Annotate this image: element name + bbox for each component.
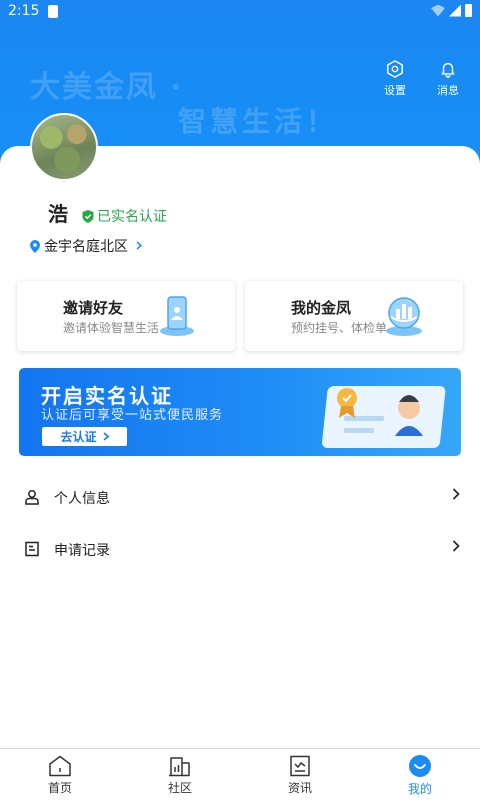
home-icon xyxy=(49,755,71,777)
signal-icon xyxy=(449,4,461,17)
location-label: 金宇名庭北区 xyxy=(44,239,128,255)
invite-friends-title: 邀请好友 xyxy=(63,299,124,317)
chevron-right-icon xyxy=(136,239,143,253)
tab-news[interactable]: 资讯 xyxy=(240,749,360,800)
avatar[interactable] xyxy=(30,113,98,181)
phone-share-icon xyxy=(160,296,194,336)
sd-card-icon xyxy=(48,5,58,18)
invite-friends-subtitle: 邀请体验智慧生活 xyxy=(63,321,160,335)
verified-label: 已实名认证 xyxy=(97,209,167,225)
messages-button[interactable]: 消息 xyxy=(428,60,468,98)
chevron-right-icon xyxy=(452,488,460,500)
id-card-illustration xyxy=(322,386,446,448)
tab-mine[interactable]: 我的 xyxy=(360,749,480,800)
real-name-verify-banner[interactable]: 开启实名认证 认证后可享受一站式便民服务 去认证 xyxy=(19,368,461,456)
my-jinfeng-title: 我的金凤 xyxy=(291,299,352,317)
tab-label-mine: 我的 xyxy=(407,782,432,796)
header-slogan-line2: 智慧生活！ xyxy=(178,105,339,138)
shield-check-icon xyxy=(82,209,94,223)
my-jinfeng-subtitle: 预约挂号、体检单 xyxy=(291,321,388,335)
wifi-icon xyxy=(431,4,445,17)
bell-icon xyxy=(441,62,455,78)
tab-label-home: 首页 xyxy=(47,781,72,795)
menu-label-personal-info: 个人信息 xyxy=(54,491,110,507)
go-verify-button[interactable]: 去认证 xyxy=(42,427,127,446)
bottom-tab-bar: 首页 社区 资讯 我的 xyxy=(0,748,480,800)
tab-label-community: 社区 xyxy=(167,781,192,795)
battery-icon xyxy=(465,4,472,17)
tab-community[interactable]: 社区 xyxy=(120,749,240,800)
document-list-icon xyxy=(25,541,39,557)
user-icon xyxy=(25,490,39,505)
my-jinfeng-tile[interactable]: 我的金凤 预约挂号、体检单 xyxy=(245,281,463,351)
user-name: 浩 xyxy=(48,202,68,226)
city-globe-icon xyxy=(386,297,422,336)
smile-profile-icon xyxy=(409,755,431,777)
menu-item-personal-info[interactable]: 个人信息 xyxy=(0,472,480,524)
location-pin-icon xyxy=(30,239,40,253)
location-selector[interactable]: 金宇名庭北区 xyxy=(30,236,143,256)
banner-subtitle: 认证后可享受一站式便民服务 xyxy=(41,408,224,423)
verified-badge: 已实名认证 xyxy=(82,206,167,226)
tab-label-news: 资讯 xyxy=(287,781,312,795)
menu-label-application-records: 申请记录 xyxy=(54,543,110,559)
invite-friends-tile[interactable]: 邀请好友 邀请体验智慧生活 xyxy=(17,281,235,351)
settings-button[interactable]: 设置 xyxy=(375,60,415,98)
chevron-right-icon xyxy=(452,540,460,552)
community-building-icon xyxy=(169,757,190,777)
header-slogan-line1: 大美金凤 · xyxy=(30,70,183,105)
settings-label: 设置 xyxy=(384,84,406,97)
menu-item-application-records[interactable]: 申请记录 xyxy=(0,524,480,576)
go-verify-label: 去认证 xyxy=(60,430,97,444)
settings-icon xyxy=(387,60,403,78)
messages-label: 消息 xyxy=(437,84,459,97)
tab-home[interactable]: 首页 xyxy=(0,749,120,800)
status-time: 2:15 xyxy=(8,3,40,19)
chevron-right-icon xyxy=(102,432,109,441)
status-bar: 2:15 xyxy=(0,0,480,24)
news-chart-icon xyxy=(290,755,310,777)
